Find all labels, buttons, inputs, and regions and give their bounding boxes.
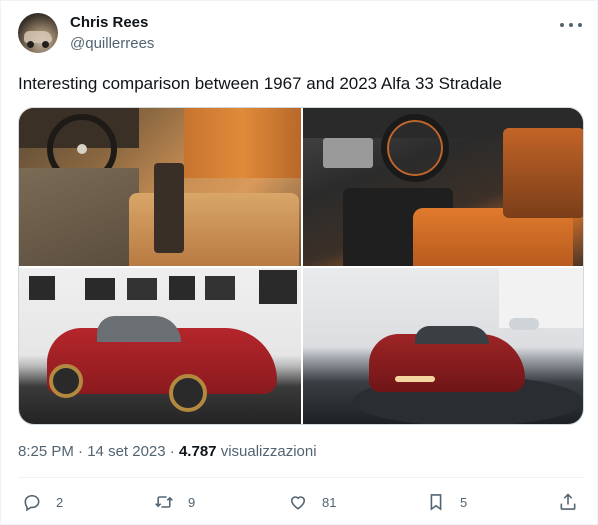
author-handle[interactable]: @quillerrees (70, 34, 154, 54)
avatar-wheel (42, 41, 49, 48)
wall-poster (259, 270, 297, 304)
divider (18, 477, 584, 478)
car-wheel (49, 364, 83, 398)
reply-button[interactable]: 2 (22, 489, 63, 515)
retweet-count: 9 (188, 494, 196, 510)
more-dot (560, 23, 564, 27)
author-name[interactable]: Chris Rees (70, 13, 148, 33)
orange-seat-shape (184, 108, 301, 178)
steering-wheel-shape (381, 114, 449, 182)
like-button[interactable]: 81 (288, 489, 336, 515)
tweet-date[interactable]: 14 set 2023 (87, 443, 165, 460)
photo-2023-exterior[interactable] (303, 268, 583, 424)
reply-count: 2 (56, 494, 64, 510)
wall-poster (85, 278, 115, 300)
screen-shape (323, 138, 373, 168)
wall-poster (169, 276, 195, 300)
reply-icon (24, 494, 40, 512)
car-wheel (169, 374, 207, 412)
photo-1967-interior[interactable] (19, 108, 301, 266)
tweet-meta: 8:25 PM · 14 set 2023 · 4.787 visualizza… (18, 442, 317, 462)
avatar[interactable] (18, 13, 58, 53)
photo-2023-interior[interactable] (303, 108, 583, 266)
heart-icon (290, 496, 306, 510)
meta-separator: · (78, 443, 84, 460)
wall-poster (29, 276, 55, 300)
tweet-header: Chris Rees @quillerrees (18, 13, 586, 55)
like-count: 81 (322, 494, 337, 510)
retweet-icon (155, 496, 173, 508)
share-icon (560, 493, 576, 510)
seat-back-shape (503, 128, 583, 218)
tweet-time[interactable]: 8:25 PM (18, 443, 74, 460)
wall-poster (127, 278, 157, 300)
bookmark-count: 5 (460, 494, 468, 510)
car-headlight (395, 376, 435, 382)
bookmark-button[interactable]: 5 (426, 489, 467, 515)
share-button[interactable] (558, 489, 578, 515)
car-windshield (97, 316, 181, 342)
wall-poster (205, 276, 235, 300)
steering-hub-shape (77, 144, 87, 154)
retweet-button[interactable]: 9 (154, 489, 195, 515)
more-dot (578, 23, 582, 27)
media-grid (18, 107, 584, 425)
photo-1967-exterior[interactable] (19, 268, 301, 424)
bookmark-icon (430, 494, 442, 511)
tweet-text: Interesting comparison between 1967 and … (18, 74, 502, 93)
views-label: visualizzazioni (220, 443, 317, 460)
more-icon[interactable] (560, 17, 582, 33)
tweet-card: Chris Rees @quillerrees Interesting comp… (0, 0, 598, 525)
avatar-wheel (27, 41, 34, 48)
action-bar: 2 9 81 5 (18, 489, 584, 515)
car-windshield (415, 326, 489, 344)
meta-separator: · (169, 443, 175, 460)
center-tunnel-shape (154, 163, 184, 253)
floor-shape (19, 168, 139, 266)
views-count: 4.787 (178, 443, 217, 460)
background-car (509, 318, 539, 330)
more-dot (569, 23, 573, 27)
